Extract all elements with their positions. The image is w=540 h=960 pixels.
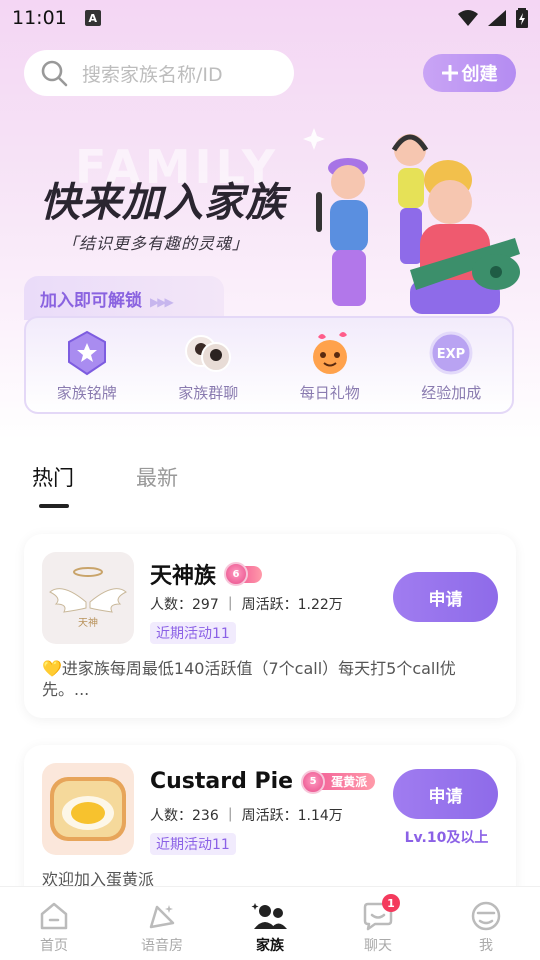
family-name: Custard Pie 5 蛋黄派 — [150, 769, 376, 794]
family-icon — [251, 903, 287, 929]
perk-label: 每日礼物 — [299, 383, 360, 402]
banner-illustration — [303, 128, 520, 314]
tab-label: 我 — [479, 938, 493, 954]
unlock-title: 加入即可解锁 — [40, 291, 142, 311]
unlock-arrows: ▶▶▶ — [150, 295, 174, 309]
tab-new[interactable]: 最新 — [136, 462, 178, 492]
tab-label: 语音房 — [141, 938, 183, 954]
signal-icon — [488, 10, 506, 26]
bottom-tab-bar: 首页 语音房 家族 1 聊天 我 — [0, 886, 540, 960]
gift-icon — [312, 331, 347, 374]
home-icon — [40, 902, 68, 930]
badge-icon — [67, 330, 106, 375]
hero-subtitle: 「结识更多有趣的灵魂」 — [62, 234, 250, 253]
voice-room-icon — [149, 905, 175, 929]
family-level-badge: 5 蛋黄派 — [301, 769, 376, 794]
perk-family-badge[interactable]: 家族铭牌 — [37, 328, 137, 403]
tab-label: 聊天 — [364, 938, 392, 954]
activity-tag: 近期活动11 — [150, 833, 236, 855]
perk-group-chat[interactable]: 家族群聊 — [158, 328, 258, 403]
perk-label: 家族铭牌 — [56, 383, 117, 402]
hero-title: 快来加入家族 — [40, 180, 286, 226]
family-card[interactable]: Custard Pie 5 蛋黄派 人数：236 ｜ 周活跃：1.14万 近期活… — [24, 745, 516, 905]
profile-icon — [471, 901, 501, 931]
level-tag: 蛋黄派 — [319, 773, 376, 790]
tab-voice-room[interactable]: 语音房 — [108, 887, 216, 960]
level-requirement: Lv.10及以上 — [404, 830, 489, 846]
custard-pie-image — [50, 777, 126, 841]
activity-tag: 近期活动11 — [150, 622, 236, 644]
family-avatar: 天神 — [42, 552, 134, 644]
plus-icon — [441, 65, 458, 81]
status-bar: 11:01 A — [0, 0, 540, 36]
group-chat-icon — [185, 334, 232, 372]
family-level-badge: 6 — [224, 562, 263, 586]
wifi-icon — [458, 10, 478, 26]
search-icon — [41, 60, 68, 87]
rose-level-icon: 5 — [301, 769, 326, 794]
tab-home[interactable]: 首页 — [0, 887, 108, 960]
family-name: 天神族 6 — [150, 558, 263, 590]
tab-label: 首页 — [40, 938, 68, 954]
family-stats: 人数：297 ｜ 周活跃：1.22万 — [150, 597, 343, 613]
accessibility-notification-icon: A — [84, 10, 101, 26]
family-name-text: Custard Pie — [150, 769, 294, 794]
exp-icon-text: EXP — [437, 347, 465, 362]
status-time: 11:01 — [12, 7, 67, 29]
status-icons — [458, 8, 528, 28]
create-family-button[interactable]: 创建 — [423, 54, 516, 92]
active-tab-indicator — [39, 504, 69, 508]
family-description: 💛进家族每周最低140活跃值（7个call）每天打5个call优先。... — [42, 659, 456, 699]
family-avatar-text: 天神 — [78, 616, 98, 629]
unlock-header: 加入即可解锁 ▶▶▶ — [24, 276, 224, 320]
apply-button[interactable]: 申请 — [393, 572, 498, 622]
angel-wings-image: 天神 — [49, 567, 127, 629]
perks-panel: 家族铭牌 家族群聊 每日礼物 EXP 经验加成 — [24, 316, 514, 414]
create-button-label: 创建 — [461, 64, 498, 85]
family-avatar — [42, 763, 134, 855]
family-card[interactable]: 天神 天神族 6 人数：297 ｜ 周活跃：1.22万 近期活动11 申请 💛进… — [24, 534, 516, 718]
family-stats: 人数：236 ｜ 周活跃：1.14万 — [150, 808, 343, 824]
tab-label: 家族 — [256, 938, 284, 954]
apply-button[interactable]: 申请 — [393, 769, 498, 819]
perk-daily-gift[interactable]: 每日礼物 — [280, 328, 380, 403]
tab-hot[interactable]: 热门 — [32, 462, 74, 492]
tab-family[interactable]: 家族 — [216, 887, 324, 960]
perk-exp-boost[interactable]: EXP 经验加成 — [401, 328, 501, 403]
unread-badge: 1 — [382, 894, 400, 912]
tab-profile[interactable]: 我 — [432, 887, 540, 960]
search-input[interactable]: 搜索家族名称/ID — [24, 50, 294, 96]
perk-label: 家族群聊 — [178, 383, 239, 402]
rose-level-icon: 6 — [224, 562, 249, 586]
family-name-text: 天神族 — [150, 564, 217, 589]
exp-icon: EXP — [429, 331, 473, 374]
tab-chat[interactable]: 1 聊天 — [324, 887, 432, 960]
battery-icon — [516, 8, 528, 28]
list-tabs: 热门 最新 — [32, 462, 178, 492]
perk-label: 经验加成 — [421, 383, 482, 402]
search-placeholder: 搜索家族名称/ID — [82, 63, 223, 86]
